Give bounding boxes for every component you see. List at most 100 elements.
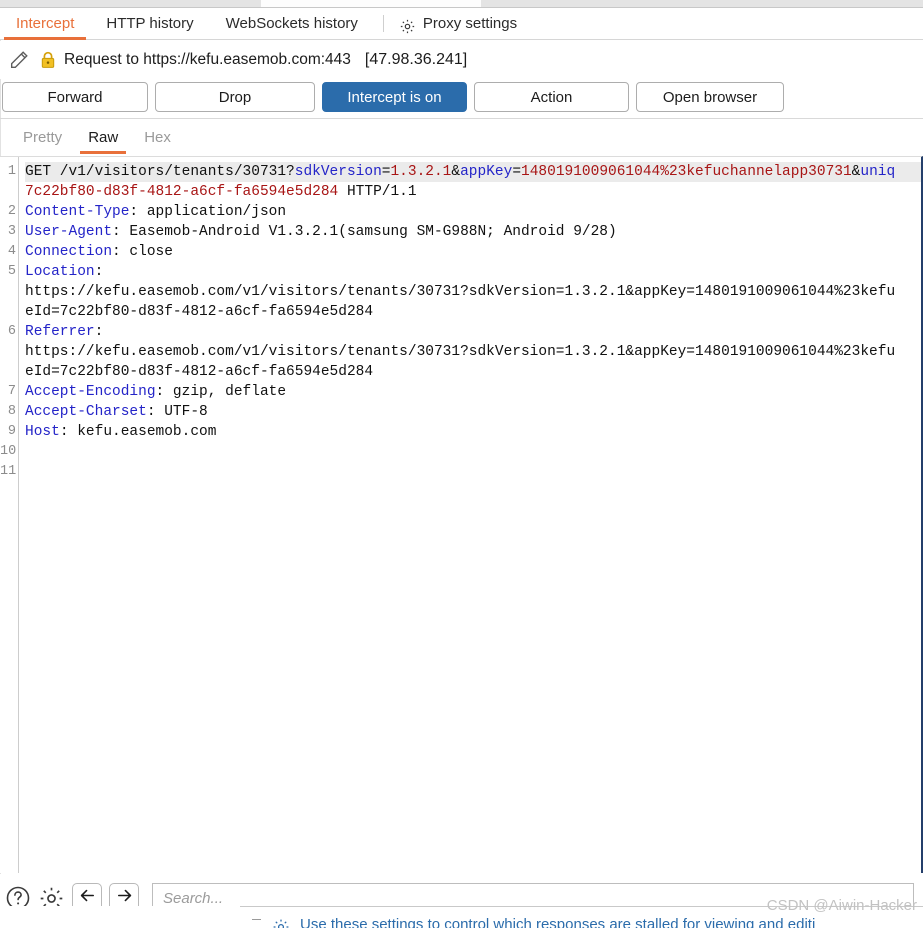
lock-icon	[40, 51, 56, 69]
background-tree-tick	[252, 919, 261, 920]
code-line[interactable]: eId=7c22bf80-d83f-4812-a6cf-fa6594e5d284	[25, 302, 921, 322]
request-editor[interactable]: 1 2 3 4 5 6 7 8 9 10 11 GET /v1/visitors/tenants/3…	[0, 156, 923, 873]
line-number: 9	[7, 424, 16, 439]
code-token: appKey	[460, 164, 513, 180]
request-target-text: Request to https://kefu.easemob.com:443	[64, 51, 351, 68]
tab-intercept[interactable]: Intercept	[0, 8, 90, 40]
code-line[interactable]: Accept-Encoding: gzip, deflate	[25, 382, 921, 402]
line-number: 10	[0, 444, 17, 459]
tab-proxy-settings-label: Proxy settings	[422, 15, 518, 32]
tab-websockets-history-label: WebSockets history	[225, 14, 358, 32]
line-number: 3	[7, 224, 16, 239]
gear-icon	[399, 15, 416, 34]
background-window-text: Use these settings to control which resp…	[300, 916, 816, 928]
code-token: 7c22bf80-d83f-4812-a6cf-fa6594e5d284	[25, 184, 339, 200]
line-number	[0, 182, 18, 202]
code-token: https://kefu.easemob.com/v1/visitors/ten…	[25, 284, 896, 300]
intercept-toggle-button[interactable]: Intercept is on	[322, 82, 467, 112]
tab-raw[interactable]: Raw	[75, 124, 131, 155]
code-token: https://kefu.easemob.com/v1/visitors/ten…	[25, 344, 896, 360]
code-token: eId=7c22bf80-d83f-4812-a6cf-fa6594e5d284	[25, 364, 374, 380]
code-token: Connection	[25, 244, 113, 260]
subtab-divider	[382, 15, 384, 32]
code-line[interactable]: eId=7c22bf80-d83f-4812-a6cf-fa6594e5d284	[25, 362, 921, 382]
code-token: : kefu.easemob.com	[59, 424, 217, 440]
tab-intercept-label: Intercept	[16, 14, 75, 32]
code-token: :	[94, 324, 104, 340]
code-token: eId=7c22bf80-d83f-4812-a6cf-fa6594e5d284	[25, 304, 374, 320]
tab-websockets-history[interactable]: WebSockets history	[210, 8, 374, 40]
code-token: : gzip, deflate	[155, 384, 287, 400]
code-line[interactable]: https://kefu.easemob.com/v1/visitors/ten…	[25, 342, 921, 362]
code-token: &	[451, 164, 461, 180]
code-token: User-Agent	[25, 224, 113, 240]
open-browser-button[interactable]: Open browser	[636, 82, 784, 112]
pencil-icon[interactable]	[8, 49, 30, 71]
line-number: 6	[7, 324, 16, 339]
code-token: sdkVersion	[294, 164, 382, 180]
line-number: 1	[7, 164, 16, 179]
message-view-tabs: Pretty Raw Hex	[0, 124, 923, 155]
code-token: GET /v1/visitors/tenants/30731?	[25, 164, 295, 180]
code-line[interactable]: Connection: close	[25, 242, 921, 262]
code-token: =	[512, 164, 522, 180]
line-number	[0, 362, 18, 382]
tab-http-history[interactable]: HTTP history	[90, 8, 209, 40]
code-line[interactable]: User-Agent: Easemob-Android V1.3.2.1(sam…	[25, 222, 921, 242]
code-token: :	[94, 264, 104, 280]
code-token: : Easemob-Android V1.3.2.1(samsung SM-G9…	[112, 224, 617, 240]
request-target-ip: [47.98.36.241]	[364, 51, 468, 68]
tab-pretty[interactable]: Pretty	[10, 124, 75, 155]
code-line[interactable]: https://kefu.easemob.com/v1/visitors/ten…	[25, 282, 921, 302]
watermark: CSDN @Aiwin-Hacker	[766, 897, 917, 914]
drop-button[interactable]: Drop	[155, 82, 315, 112]
code-token: Accept-Charset	[25, 404, 147, 420]
code-token: 1480191009061044%23kefuchannelapp30731	[521, 164, 852, 180]
code-token: uniq	[860, 164, 896, 180]
code-token: : UTF-8	[146, 404, 208, 420]
line-number	[0, 282, 18, 302]
line-number	[0, 302, 18, 322]
code-line[interactable]: Location:	[25, 262, 921, 282]
code-token: Location	[25, 264, 95, 280]
code-token: Accept-Encoding	[25, 384, 156, 400]
code-line[interactable]: 7c22bf80-d83f-4812-a6cf-fa6594e5d284 HTT…	[25, 182, 921, 202]
code-token: 1.3.2.1	[390, 164, 452, 180]
tab-http-history-label: HTTP history	[106, 14, 194, 32]
tab-hex[interactable]: Hex	[131, 124, 184, 155]
line-number: 11	[0, 464, 17, 479]
tab-proxy-settings[interactable]: Proxy settings	[393, 8, 533, 40]
code-line[interactable]	[25, 462, 921, 482]
line-number	[0, 342, 18, 362]
code-token: Referrer	[25, 324, 95, 340]
code-token: : application/json	[129, 204, 287, 220]
tab-pretty-label: Pretty	[23, 129, 63, 146]
code-token: : close	[112, 244, 173, 260]
line-number: 5	[7, 264, 16, 279]
code-line[interactable]: Referrer:	[25, 322, 921, 342]
code-token: HTTP/1.1	[338, 184, 417, 200]
burp-proxy-window: Intercept HTTP history WebSockets histor…	[0, 0, 923, 928]
line-number: 8	[7, 404, 16, 419]
action-button[interactable]: Action	[474, 82, 629, 112]
button-row-divider	[0, 118, 923, 119]
code-line[interactable]	[25, 442, 921, 462]
line-number: 4	[7, 244, 16, 259]
request-header-bar: Request to https://kefu.easemob.com:443 …	[0, 41, 923, 79]
line-number: 7	[7, 384, 16, 399]
editor-line-number-gutter: 1 2 3 4 5 6 7 8 9 10 11	[0, 157, 19, 873]
editor-code-area[interactable]: GET /v1/visitors/tenants/30731?sdkVersio…	[19, 157, 921, 873]
intercept-action-buttons: Forward Drop Intercept is on Action Open…	[0, 82, 923, 115]
code-token: Content-Type	[25, 204, 130, 220]
code-token: Host	[25, 424, 60, 440]
gear-icon	[272, 918, 290, 928]
code-line[interactable]: GET /v1/visitors/tenants/30731?sdkVersio…	[25, 162, 921, 182]
proxy-subtab-bar: Intercept HTTP history WebSockets histor…	[0, 8, 923, 40]
tab-hex-label: Hex	[144, 129, 171, 146]
tab-raw-label: Raw	[88, 129, 119, 146]
forward-button[interactable]: Forward	[2, 82, 148, 112]
line-number: 2	[7, 204, 16, 219]
code-line[interactable]: Accept-Charset: UTF-8	[25, 402, 921, 422]
code-line[interactable]: Content-Type: application/json	[25, 202, 921, 222]
code-line[interactable]: Host: kefu.easemob.com	[25, 422, 921, 442]
